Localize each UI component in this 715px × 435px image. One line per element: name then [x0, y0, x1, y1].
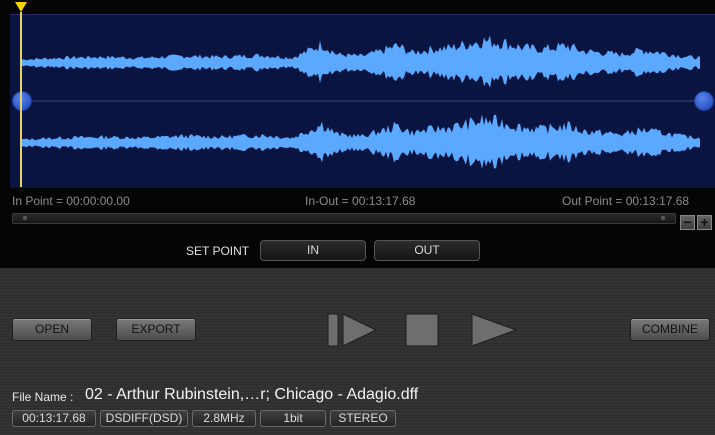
open-button[interactable]: OPEN: [12, 318, 92, 341]
set-out-button[interactable]: OUT: [374, 240, 480, 261]
set-in-button[interactable]: IN: [260, 240, 366, 261]
out-point-handle[interactable]: [694, 91, 714, 111]
zoom-out-button[interactable]: −: [680, 215, 695, 230]
waveform-display[interactable]: [10, 14, 715, 188]
editor-panel: In Point = 00:00:00.00 In-Out = 00:13:17…: [0, 0, 715, 268]
stop-icon[interactable]: [404, 312, 440, 348]
set-point-label: SET POINT: [186, 244, 250, 258]
in-point-handle[interactable]: [12, 91, 32, 111]
play-icon[interactable]: [470, 312, 518, 348]
in-point-readout: In Point = 00:00:00.00: [12, 194, 130, 208]
scroll-right-grip-icon: [661, 216, 665, 220]
zoom-in-button[interactable]: +: [697, 215, 712, 230]
waveform-right-channel: [22, 114, 700, 169]
waveform-canvas: [20, 35, 705, 169]
scroll-left-grip-icon: [23, 216, 27, 220]
skip-to-start-icon[interactable]: [326, 312, 378, 348]
duration-badge: 00:13:17.68: [12, 410, 96, 427]
in-out-readout: In-Out = 00:13:17.68: [305, 194, 416, 208]
waveform-left-channel: [22, 35, 700, 88]
sample-rate-badge: 2.8MHz: [192, 410, 256, 427]
horizontal-scrollbar[interactable]: [12, 213, 676, 224]
file-name-label: File Name :: [12, 390, 74, 404]
out-point-readout: Out Point = 00:13:17.68: [562, 194, 690, 208]
format-badge: DSDIFF(DSD): [100, 410, 188, 427]
playhead-line: [20, 12, 22, 187]
combine-button[interactable]: COMBINE: [630, 318, 710, 341]
bit-depth-badge: 1bit: [260, 410, 326, 427]
file-name-value: 02 - Arthur Rubinstein,…r; Chicago - Ada…: [85, 386, 419, 403]
playhead-marker-icon[interactable]: [15, 2, 27, 12]
channels-badge: STEREO: [330, 410, 396, 427]
export-button[interactable]: EXPORT: [116, 318, 196, 341]
